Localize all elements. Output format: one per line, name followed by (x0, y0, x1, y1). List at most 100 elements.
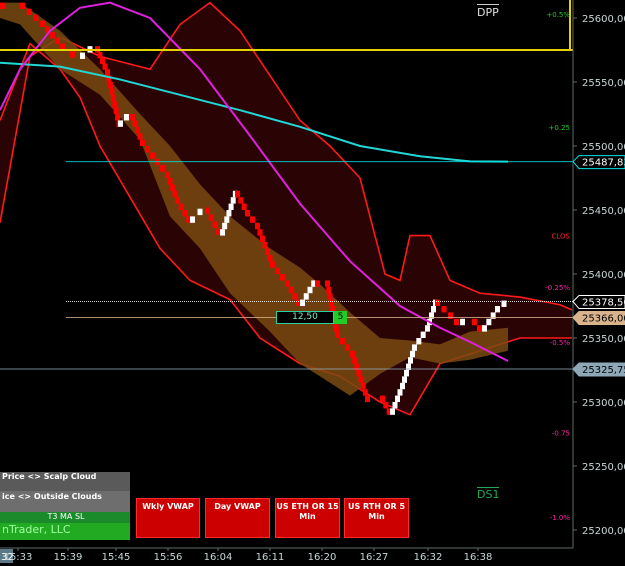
renko-brick-26 (124, 114, 129, 121)
price-tag-label-2: 25366,00 (582, 314, 625, 325)
renko-brick-66 (265, 248, 270, 255)
renko-brick-121 (441, 306, 447, 313)
renko-brick-36 (165, 171, 170, 178)
renko-brick-110 (408, 357, 413, 364)
renko-brick-51 (222, 222, 228, 230)
dpp-label: DPP (477, 4, 499, 19)
renko-brick-79 (315, 280, 320, 287)
panel-row-vendor-label: nTrader, LLC (2, 523, 71, 536)
renko-brick-21 (112, 101, 118, 108)
renko-brick-115 (425, 325, 430, 332)
renko-brick-15 (102, 63, 108, 70)
wkly-vwap-button[interactable]: Wkly VWAP (136, 498, 200, 538)
renko-brick-72 (288, 286, 294, 294)
range-box-count-label: 5 (337, 312, 344, 322)
renko-brick-126 (477, 325, 482, 332)
price-tag-label-1: 25378,50 (582, 298, 625, 309)
renko-brick-32 (145, 146, 150, 153)
renko-brick-92 (352, 357, 358, 364)
renko-brick-114 (420, 331, 426, 338)
renko-brick-38 (170, 184, 175, 191)
renko-brick-64 (260, 235, 265, 242)
renko-brick-95 (358, 376, 364, 383)
us-eth-or-button[interactable]: US ETH OR 15 Min (275, 498, 340, 538)
renko-brick-59 (241, 203, 247, 210)
renko-brick-48 (212, 221, 218, 228)
renko-brick-125 (472, 318, 477, 326)
ds1-label: DS1 (477, 487, 500, 501)
x-tick-label-7: 16:27 (360, 552, 389, 563)
renko-brick-96 (360, 382, 366, 390)
renko-brick-16 (105, 69, 110, 76)
panel-row-t3-ma-label: T3 MA SL (47, 512, 85, 521)
panel-row-outside-clouds-label: ice <> Outside Clouds (2, 492, 102, 501)
pct-label-6: -1.0% (550, 514, 571, 522)
x-tick-label-1: 15:39 (54, 552, 83, 563)
y-tick-label-6: 25300,00 (582, 398, 625, 409)
renko-brick-108 (404, 370, 409, 377)
renko-brick-31 (140, 139, 145, 146)
renko-brick-2 (26, 8, 32, 16)
range-box: 12,50 (276, 311, 334, 324)
renko-brick-60 (245, 210, 250, 217)
x-tick-label-3: 15:56 (154, 552, 183, 563)
renko-brick-14 (100, 57, 105, 65)
pct-label-5: -0.75 (552, 430, 570, 438)
x-tick-label-6: 16:20 (308, 552, 337, 563)
renko-brick-23 (115, 114, 121, 121)
renko-brick-73 (292, 293, 298, 300)
y-tick-label-4: 25400,00 (582, 270, 625, 281)
us-rth-or-button[interactable]: US RTH OR 5 Min (344, 498, 409, 538)
panel-row-outside-clouds[interactable]: ice <> Outside Clouds (0, 491, 130, 512)
renko-brick-4 (40, 20, 45, 27)
renko-brick-77 (307, 286, 313, 294)
renko-brick-55 (230, 197, 236, 204)
renko-brick-41 (178, 203, 184, 210)
panel-row-scalp-cloud-label: Price <> Scalp Cloud (2, 472, 97, 481)
renko-brick-63 (257, 229, 263, 236)
panel-row-t3-ma[interactable]: T3 MA SL (0, 512, 130, 523)
x-tick-label-9: 16:38 (464, 552, 493, 563)
renko-brick-98 (365, 395, 370, 402)
renko-brick-20 (110, 94, 116, 102)
pct-label-1: +0.25 (549, 124, 570, 132)
renko-brick-28 (132, 120, 138, 127)
renko-brick-100 (383, 402, 389, 409)
renko-brick-102 (390, 408, 395, 415)
day-vwap-button[interactable]: Day VWAP (205, 498, 270, 538)
renko-brick-47 (208, 214, 214, 221)
renko-brick-52 (224, 216, 230, 223)
pct-label-3: -0.25% (545, 284, 570, 292)
renko-brick-83 (328, 299, 334, 306)
renko-brick-87 (333, 325, 339, 332)
renko-brick-44 (190, 216, 195, 223)
renko-brick-106 (400, 382, 405, 390)
renko-brick-70 (280, 274, 285, 281)
renko-brick-18 (107, 82, 113, 89)
renko-brick-37 (167, 178, 173, 185)
renko-brick-0 (0, 2, 5, 10)
renko-brick-50 (220, 229, 225, 236)
renko-brick-39 (172, 190, 178, 198)
renko-brick-130 (495, 306, 500, 313)
y-tick-label-3: 25450,00 (582, 206, 625, 217)
renko-brick-45 (197, 208, 203, 216)
x-tick-label-0: 15:33 (4, 552, 33, 563)
renko-brick-57 (235, 190, 240, 198)
panel-row-scalp-cloud[interactable]: Price <> Scalp Cloud (0, 472, 130, 491)
y-tick-label-8: 25200,00 (582, 526, 625, 537)
us-eth-or-button-line2: Min (299, 512, 316, 521)
renko-brick-25 (118, 120, 123, 127)
renko-brick-33 (150, 152, 155, 159)
renko-brick-76 (303, 293, 309, 300)
renko-brick-112 (412, 344, 417, 351)
renko-brick-54 (228, 203, 234, 210)
renko-brick-105 (397, 389, 403, 396)
renko-brick-6 (50, 32, 55, 39)
price-tag-label-3: 25325,75 (582, 365, 625, 376)
renko-brick-128 (486, 318, 492, 326)
renko-brick-113 (416, 338, 422, 345)
renko-brick-68 (270, 261, 275, 268)
renko-brick-81 (326, 286, 332, 294)
renko-brick-7 (55, 37, 60, 45)
